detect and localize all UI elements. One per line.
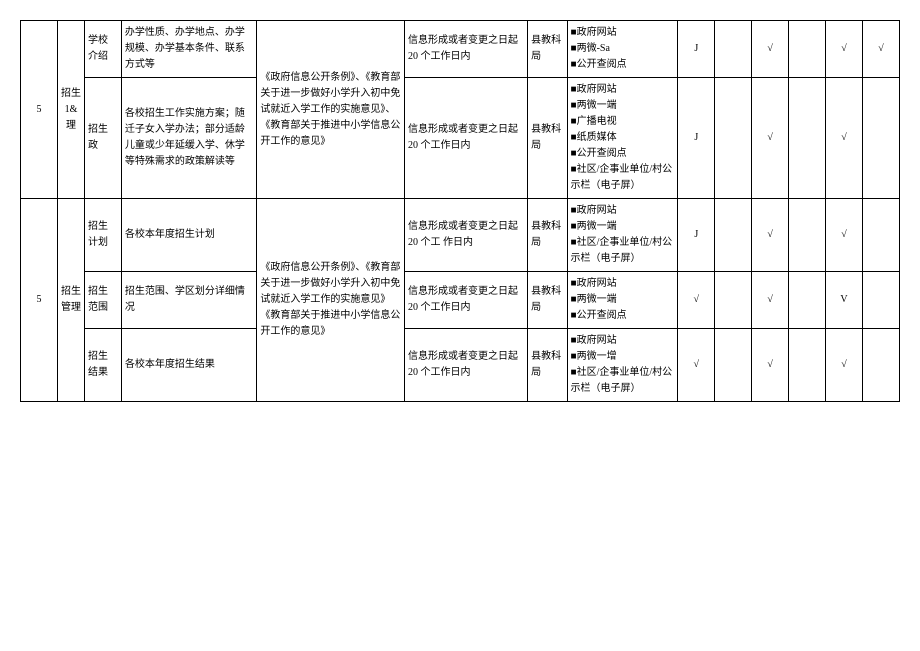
channel-cell: ■政府网站 ■两微一端 ■社区/企事业单位/村公示栏（电子屏）: [567, 199, 678, 272]
check-cell: √: [826, 329, 863, 402]
dept-cell: 县教科局: [528, 21, 567, 78]
channel-item: ■广播电视: [571, 114, 675, 130]
check-cell: [862, 199, 899, 272]
table-row: 招生结果 各校本年度招生结果 信息形成或者变更之日起 20 个工作日内 县教科局…: [21, 329, 900, 402]
check-cell: J: [678, 78, 715, 199]
check-cell: [715, 21, 752, 78]
check-cell: [789, 272, 826, 329]
check-cell: √: [826, 199, 863, 272]
channel-item: ■社区/企事业单位/村公示栏（电子屏）: [571, 235, 675, 267]
subcategory-cell: 招生范围: [85, 272, 122, 329]
check-cell: [715, 329, 752, 402]
check-cell: [862, 78, 899, 199]
seq-cell: 5: [21, 21, 58, 199]
check-cell: √: [826, 21, 863, 78]
check-cell: √: [752, 78, 789, 199]
channel-item: ■社区/企事业单位/村公示栏（电子屏）: [571, 162, 675, 194]
dept-cell: 县教科局: [528, 329, 567, 402]
category-cell: 招生 1&理: [57, 21, 84, 199]
basis-cell: 《政府信息公开条例》、《教育部关于进一步做好小学升入初中免试就近入学工作的实施意…: [257, 199, 405, 402]
channel-item: ■两微-Sa: [571, 41, 675, 57]
seq-cell: 5: [21, 199, 58, 402]
channel-cell: ■政府网站 ■两微-Sa ■公开查阅点: [567, 21, 678, 78]
content-cell: 各校本年度招生结果: [121, 329, 256, 402]
check-cell: √: [678, 329, 715, 402]
disclosure-table: 5 招生 1&理 学校介绍 办学性质、办学地点、办学规模、办学基本条件、联系方式…: [20, 20, 900, 402]
check-cell: V: [826, 272, 863, 329]
channel-item: ■政府网站: [571, 333, 675, 349]
timelimit-cell: 信息形成或者变更之日起 20 个工作日内: [405, 272, 528, 329]
check-cell: [715, 272, 752, 329]
basis-cell: 《政府信息公开条例》、《教育部关于进一步做好小学升入初中免试就近入学工作的实施意…: [257, 21, 405, 199]
dept-cell: 县教科局: [528, 199, 567, 272]
check-cell: [715, 78, 752, 199]
channel-cell: ■政府网站 ■两微一端 ■公开查阅点: [567, 272, 678, 329]
content-cell: 办学性质、办学地点、办学规模、办学基本条件、联系方式等: [121, 21, 256, 78]
check-cell: √: [752, 272, 789, 329]
channel-cell: ■政府网站 ■两微一增 ■社区/企事业单位/村公示栏（电子屏）: [567, 329, 678, 402]
check-cell: [862, 272, 899, 329]
channel-item: ■公开查阅点: [571, 308, 675, 324]
check-cell: √: [862, 21, 899, 78]
timelimit-cell: 信息形成或者变更之日起 20 个工作日内: [405, 78, 528, 199]
category-cell: 招生管理: [57, 199, 84, 402]
table-row: 招生政 各校招生工作实施方案；随迁子女入学办法；部分适龄儿童或少年延缓入学、休学…: [21, 78, 900, 199]
check-cell: [789, 199, 826, 272]
subcategory-cell: 学校介绍: [85, 21, 122, 78]
channel-item: ■纸质媒体: [571, 130, 675, 146]
table-row: 招生范围 招生范围、学区划分详细情况 信息形成或者变更之日起 20 个工作日内 …: [21, 272, 900, 329]
content-cell: 各校招生工作实施方案；随迁子女入学办法；部分适龄儿童或少年延缓入学、休学等特殊需…: [121, 78, 256, 199]
check-cell: J: [678, 199, 715, 272]
subcategory-cell: 招生结果: [85, 329, 122, 402]
channel-item: ■两微一端: [571, 219, 675, 235]
subcategory-cell: 招生政: [85, 78, 122, 199]
content-cell: 招生范围、学区划分详细情况: [121, 272, 256, 329]
dept-cell: 县教科局: [528, 78, 567, 199]
timelimit-cell: 信息形成或者变更之日起 20 个工 作日内: [405, 199, 528, 272]
check-cell: [789, 329, 826, 402]
channel-item: ■公开查阅点: [571, 57, 675, 73]
channel-item: ■政府网站: [571, 276, 675, 292]
check-cell: √: [752, 21, 789, 78]
timelimit-cell: 信息形成或者变更之日起 20 个工作日内: [405, 329, 528, 402]
timelimit-cell: 信息形成或者变更之日起 20 个工作日内: [405, 21, 528, 78]
channel-item: ■公开查阅点: [571, 146, 675, 162]
check-cell: √: [752, 329, 789, 402]
channel-item: ■两微一端: [571, 98, 675, 114]
channel-item: ■两微一端: [571, 292, 675, 308]
channel-item: ■政府网站: [571, 25, 675, 41]
table-row: 5 招生管理 招生计划 各校本年度招生计划 《政府信息公开条例》、《教育部关于进…: [21, 199, 900, 272]
check-cell: [789, 78, 826, 199]
channel-item: ■政府网站: [571, 203, 675, 219]
dept-cell: 县教科局: [528, 272, 567, 329]
channel-item: ■两微一增: [571, 349, 675, 365]
table-row: 5 招生 1&理 学校介绍 办学性质、办学地点、办学规模、办学基本条件、联系方式…: [21, 21, 900, 78]
subcategory-cell: 招生计划: [85, 199, 122, 272]
check-cell: √: [826, 78, 863, 199]
check-cell: √: [752, 199, 789, 272]
channel-item: ■政府网站: [571, 82, 675, 98]
check-cell: [715, 199, 752, 272]
content-cell: 各校本年度招生计划: [121, 199, 256, 272]
channel-cell: ■政府网站 ■两微一端 ■广播电视 ■纸质媒体 ■公开查阅点 ■社区/企事业单位…: [567, 78, 678, 199]
check-cell: √: [678, 272, 715, 329]
check-cell: [789, 21, 826, 78]
channel-item: ■社区/企事业单位/村公示栏（电子屏）: [571, 365, 675, 397]
check-cell: J: [678, 21, 715, 78]
check-cell: [862, 329, 899, 402]
